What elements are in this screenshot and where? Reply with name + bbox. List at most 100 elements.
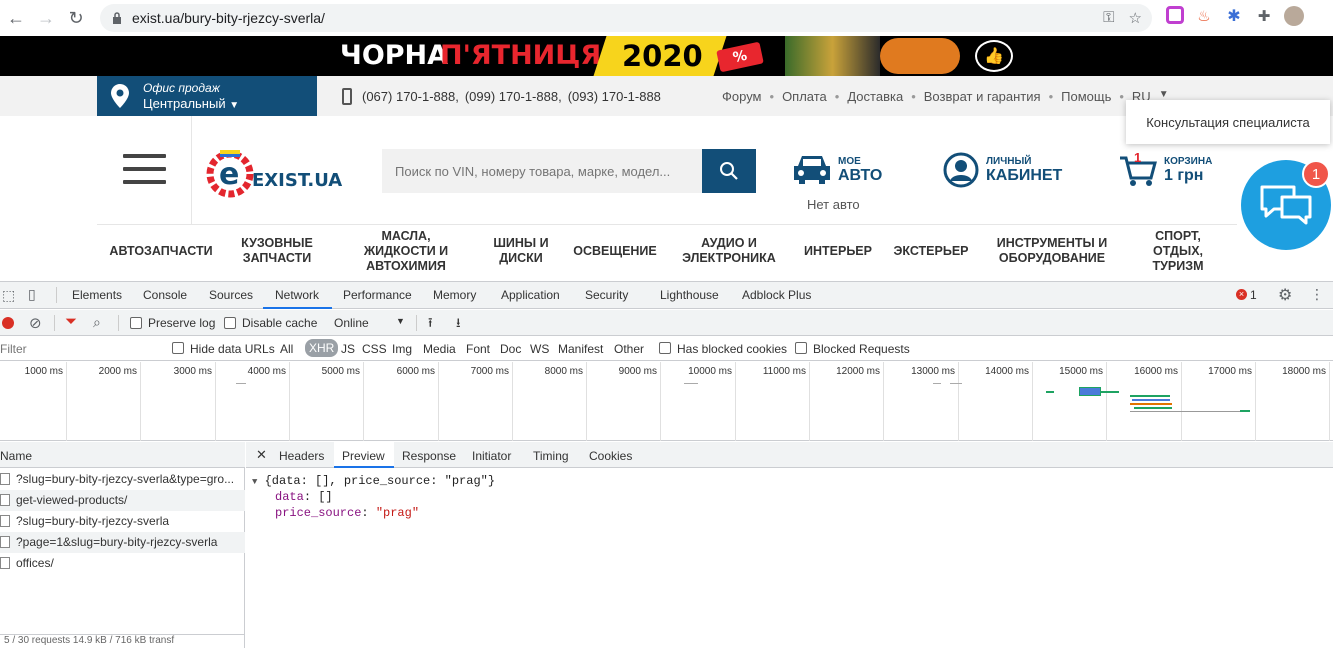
tab-security[interactable]: Security bbox=[585, 288, 628, 302]
request-row[interactable]: ?page=1&slug=bury-bity-rjezcy-sverla bbox=[0, 532, 245, 553]
timeline-bar bbox=[1079, 387, 1101, 396]
tab-response[interactable]: Response bbox=[402, 449, 456, 463]
search-button[interactable] bbox=[702, 149, 756, 193]
category-item[interactable]: ЭКСТЕРЬЕР bbox=[891, 225, 971, 277]
error-count[interactable]: 1 bbox=[1250, 288, 1257, 302]
filter-funnel-icon[interactable]: ⏷ bbox=[65, 313, 77, 330]
promo-banner[interactable]: ЧОРНА П'ЯТНИЦЯ 2020 % 👍 bbox=[0, 36, 1333, 76]
tab-initiator[interactable]: Initiator bbox=[472, 449, 511, 463]
export-har-icon[interactable]: ⭳ bbox=[456, 314, 461, 336]
filter-type-font[interactable]: Font bbox=[466, 342, 490, 356]
tab-memory[interactable]: Memory bbox=[433, 288, 476, 302]
category-item[interactable]: МАСЛА, ЖИДКОСТИ И АВТОХИМИЯ bbox=[351, 225, 461, 277]
cart[interactable]: 1 КОРЗИНА 1 грн bbox=[1118, 150, 1212, 188]
category-item[interactable]: АВТОЗАПЧАСТИ bbox=[97, 225, 225, 277]
disable-cache-checkbox[interactable] bbox=[224, 317, 236, 329]
link-payment[interactable]: Оплата bbox=[782, 89, 827, 104]
extensions-puzzle-icon[interactable]: ✚ bbox=[1254, 6, 1274, 26]
phone-3[interactable]: (093) 170-1-888 bbox=[568, 89, 661, 104]
error-icon[interactable]: × bbox=[1236, 289, 1247, 300]
import-har-icon[interactable]: ⭱ bbox=[428, 314, 433, 336]
menu-burger-icon[interactable] bbox=[123, 154, 166, 184]
search-icon[interactable]: ⌕ bbox=[93, 314, 101, 331]
key-icon[interactable]: ⚿ bbox=[1103, 9, 1114, 27]
reload-icon[interactable]: ↻ bbox=[64, 6, 88, 30]
tab-performance[interactable]: Performance bbox=[343, 288, 412, 302]
tab-headers[interactable]: Headers bbox=[279, 449, 324, 463]
link-returns[interactable]: Возврат и гарантия bbox=[924, 89, 1041, 104]
throttle-select[interactable]: Online bbox=[334, 316, 369, 330]
tab-preview[interactable]: Preview bbox=[342, 449, 385, 463]
tab-console[interactable]: Console bbox=[143, 288, 187, 302]
personal-cabinet[interactable]: ЛИЧНЫЙ КАБИНЕТ bbox=[943, 152, 1062, 188]
caret-down-icon[interactable]: ▼ bbox=[396, 316, 405, 326]
address-bar[interactable]: exist.ua/bury-bity-rjezcy-sverla/ ⚿ ☆ bbox=[100, 4, 1152, 32]
tab-timing[interactable]: Timing bbox=[533, 449, 569, 463]
inspect-element-icon[interactable]: ⬚ bbox=[2, 287, 15, 304]
search-bar bbox=[382, 149, 756, 193]
category-item[interactable]: ИНТЕРЬЕР bbox=[799, 225, 877, 277]
hide-data-urls-checkbox[interactable] bbox=[172, 342, 184, 354]
tab-application[interactable]: Application bbox=[501, 288, 560, 302]
filter-input[interactable] bbox=[0, 340, 158, 358]
settings-gear-icon[interactable]: ⚙ bbox=[1278, 285, 1292, 305]
request-row[interactable]: get-viewed-products/ bbox=[0, 490, 245, 511]
tab-network[interactable]: Network bbox=[275, 288, 319, 302]
request-row[interactable]: ?slug=bury-bity-rjezcy-sverla bbox=[0, 511, 245, 532]
category-item[interactable]: ОСВЕЩЕНИЕ bbox=[571, 225, 659, 277]
close-icon[interactable]: ✕ bbox=[256, 447, 267, 463]
office-selector[interactable]: Офис продаж Центральный ▼ bbox=[97, 76, 317, 116]
category-item[interactable]: ИНСТРУМЕНТЫ И ОБОРУДОВАНИЕ bbox=[995, 225, 1109, 277]
more-options-icon[interactable]: ⋮ bbox=[1310, 286, 1324, 303]
request-list-header[interactable]: Name bbox=[0, 442, 245, 468]
link-help[interactable]: Помощь bbox=[1061, 89, 1111, 104]
filter-type-all[interactable]: All bbox=[280, 342, 293, 356]
clear-icon[interactable]: ⊘ bbox=[29, 314, 42, 332]
profile-avatar[interactable] bbox=[1284, 6, 1304, 26]
tab-sources[interactable]: Sources bbox=[209, 288, 253, 302]
filter-type-css[interactable]: CSS bbox=[362, 342, 387, 356]
filter-type-other[interactable]: Other bbox=[614, 342, 644, 356]
timeline-tick-label: 4000 ms bbox=[247, 366, 286, 377]
filter-type-xhr[interactable]: XHR bbox=[305, 339, 339, 357]
category-item[interactable]: СПОРТ, ОТДЫХ, ТУРИЗМ bbox=[1147, 225, 1209, 277]
request-row[interactable]: ?slug=bury-bity-rjezcy-sverla&type=gro..… bbox=[0, 469, 245, 490]
exist-logo[interactable]: e EXIST.UA bbox=[206, 144, 351, 202]
record-icon[interactable] bbox=[2, 317, 14, 329]
preserve-log-checkbox[interactable] bbox=[130, 317, 142, 329]
back-icon[interactable]: ← bbox=[4, 6, 28, 30]
phone-1[interactable]: (067) 170-1-888, bbox=[362, 89, 459, 104]
filter-type-media[interactable]: Media bbox=[423, 342, 456, 356]
my-auto-big: АВТО bbox=[838, 166, 883, 184]
request-row[interactable]: offices/ bbox=[0, 553, 245, 574]
link-delivery[interactable]: Доставка bbox=[847, 89, 903, 104]
tab-cookies[interactable]: Cookies bbox=[589, 449, 632, 463]
search-input[interactable] bbox=[382, 149, 702, 193]
link-forum[interactable]: Форум bbox=[722, 89, 762, 104]
expand-triangle-icon[interactable]: ▼ bbox=[252, 477, 257, 487]
filter-type-js[interactable]: JS bbox=[341, 342, 355, 356]
has-blocked-cookies-checkbox[interactable] bbox=[659, 342, 671, 354]
category-item[interactable]: ШИНЫ И ДИСКИ bbox=[493, 225, 549, 277]
cart-count-badge: 1 bbox=[1134, 150, 1142, 165]
category-item[interactable]: КУЗОВНЫЕ ЗАПЧАСТИ bbox=[235, 225, 319, 277]
my-auto[interactable]: МОЕ АВТО bbox=[792, 152, 882, 188]
extension-snowflake-icon[interactable]: ✱ bbox=[1224, 6, 1244, 26]
bookmark-star-icon[interactable]: ☆ bbox=[1129, 9, 1142, 27]
forward-icon[interactable]: → bbox=[34, 6, 58, 30]
phone-2[interactable]: (099) 170-1-888, bbox=[465, 89, 562, 104]
json-summary[interactable]: {data: [], price_source: "prag"} bbox=[265, 474, 495, 488]
extension-flame-icon[interactable]: ♨ bbox=[1194, 6, 1214, 26]
extension-color-icon[interactable] bbox=[1166, 6, 1184, 24]
filter-type-ws[interactable]: WS bbox=[530, 342, 549, 356]
blocked-requests-checkbox[interactable] bbox=[795, 342, 807, 354]
device-toolbar-icon[interactable]: ▯ bbox=[28, 286, 36, 303]
category-item[interactable]: АУДИО И ЭЛЕКТРОНИКА bbox=[679, 225, 779, 277]
network-timeline[interactable]: 1000 ms 2000 ms 3000 ms 4000 ms 5000 ms 6000 … bbox=[0, 362, 1333, 441]
tab-lighthouse[interactable]: Lighthouse bbox=[660, 288, 719, 302]
filter-type-manifest[interactable]: Manifest bbox=[558, 342, 603, 356]
tab-elements[interactable]: Elements bbox=[72, 288, 122, 302]
filter-type-doc[interactable]: Doc bbox=[500, 342, 521, 356]
tab-adblock-plus[interactable]: Adblock Plus bbox=[742, 288, 811, 302]
filter-type-img[interactable]: Img bbox=[392, 342, 412, 356]
